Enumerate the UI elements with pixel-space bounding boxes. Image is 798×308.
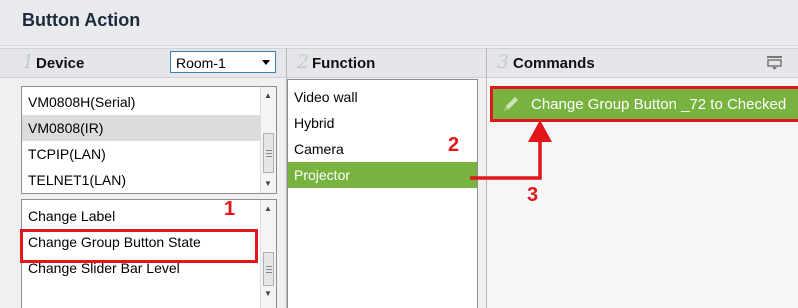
callout-1: 1: [224, 198, 236, 220]
device-list[interactable]: VM0808H(Serial) VM0808(IR) TCPIP(LAN) TE…: [21, 86, 277, 194]
function-item[interactable]: Video wall: [288, 84, 477, 110]
device-step-number: 1: [22, 51, 35, 73]
scroll-down-icon[interactable]: ▼: [264, 290, 272, 298]
callout-3: 3: [527, 184, 539, 206]
scroll-thumb[interactable]: [263, 252, 274, 286]
chevron-down-icon: [257, 52, 275, 72]
function-item-selected[interactable]: Projector: [288, 162, 477, 188]
commands-step-number: 3: [497, 51, 510, 73]
scroll-thumb[interactable]: [263, 133, 274, 173]
command-item-label: Change Group Button _72 to Checked: [531, 96, 787, 113]
room-dropdown-value: Room-1: [176, 55, 226, 71]
device-header-label: Device: [36, 55, 85, 72]
command-item[interactable]: Change Group Button _72 to Checked: [490, 86, 798, 122]
panel-title: Button Action: [22, 10, 141, 30]
pencil-icon: [501, 94, 521, 117]
annotation-arrow: [470, 120, 552, 180]
function-item[interactable]: Hybrid: [288, 110, 477, 136]
scroll-down-icon[interactable]: ▼: [264, 180, 272, 188]
function-list[interactable]: Video wall Hybrid Camera Projector: [287, 79, 478, 308]
function-step-number: 2: [297, 51, 310, 73]
device-list-scrollbar[interactable]: ▲ ▼: [260, 87, 276, 193]
commands-header-label: Commands: [513, 55, 595, 72]
action-list-scrollbar[interactable]: ▲ ▼: [260, 200, 276, 308]
scroll-up-icon[interactable]: ▲: [264, 92, 272, 100]
room-dropdown[interactable]: Room-1: [170, 51, 276, 73]
device-item-selected[interactable]: VM0808(IR): [22, 115, 260, 141]
screen-icon[interactable]: [766, 54, 784, 75]
scroll-up-icon[interactable]: ▲: [264, 205, 272, 213]
callout-2: 2: [448, 134, 460, 156]
device-item[interactable]: TELNET1(LAN): [22, 167, 260, 193]
highlight-action: [20, 229, 258, 263]
device-item[interactable]: VM0808H(Serial): [22, 89, 260, 115]
function-header-label: Function: [312, 55, 376, 72]
device-item[interactable]: TCPIP(LAN): [22, 141, 260, 167]
